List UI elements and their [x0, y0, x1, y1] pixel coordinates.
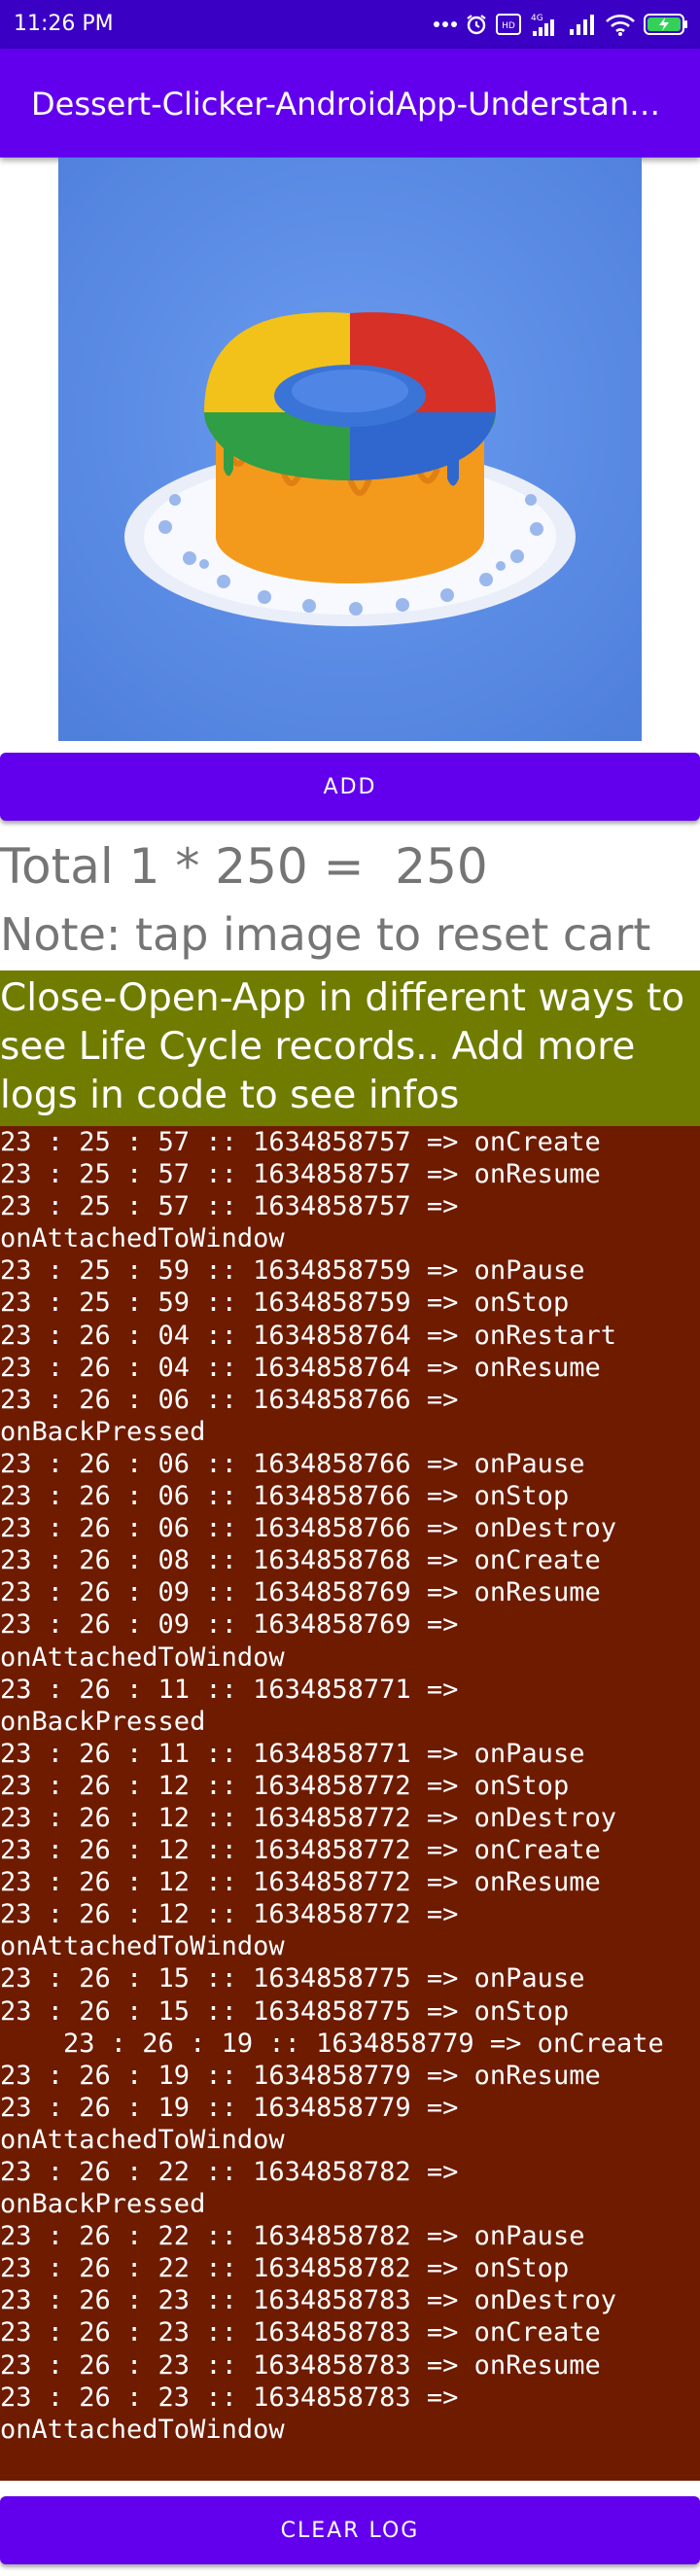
log-line: 23 : 25 : 59 :: 1634858759 => onStop — [0, 1288, 570, 1319]
signal-icon — [568, 12, 597, 37]
wifi-icon — [605, 12, 636, 37]
info-line: see Life Cycle records.. Add more — [0, 1025, 636, 1069]
info-panel: Close-Open-App in different ways to see … — [0, 970, 700, 1126]
log-line: 23 : 26 : 15 :: 1634858775 => onPause — [0, 1963, 585, 1994]
info-line: Close-Open-App in different ways to — [0, 976, 685, 1020]
cupcake-dessert-image[interactable] — [58, 158, 642, 741]
note-text: Note: tap image to reset cart — [0, 908, 651, 961]
log-line: 23 : 26 : 06 :: 1634858766 => onDestroy — [0, 1513, 616, 1544]
total-text: Total 1 * 250 = 250 — [0, 838, 488, 895]
log-line: 23 : 26 : 12 :: 1634858772 => onCreate — [0, 1835, 601, 1866]
log-line: 23 : 26 : 23 :: 1634858783 => — [0, 2382, 459, 2413]
log-line: onBackPressed — [0, 1416, 206, 1447]
more-icon — [434, 12, 457, 37]
log-line: 23 : 26 : 11 :: 1634858771 => onPause — [0, 1738, 585, 1769]
log-line: 23 : 26 : 11 :: 1634858771 => — [0, 1674, 459, 1705]
log-line: 23 : 26 : 04 :: 1634858764 => onResume — [0, 1352, 601, 1383]
log-line: 23 : 25 : 57 :: 1634858757 => — [0, 1191, 459, 1222]
log-line: 23 : 26 : 08 :: 1634858768 => onCreate — [0, 1545, 601, 1576]
log-line: 23 : 26 : 23 :: 1634858783 => onResume — [0, 2349, 601, 2381]
log-line: onAttachedToWindow — [0, 2124, 285, 2155]
log-line: onAttachedToWindow — [0, 1641, 285, 1673]
volte-icon: HD — [496, 12, 521, 37]
signal-4g-icon: 4G — [529, 12, 560, 37]
log-line: 23 : 26 : 12 :: 1634858772 => onStop — [0, 1770, 570, 1801]
svg-text:HD: HD — [502, 21, 515, 31]
svg-text:4G: 4G — [531, 14, 543, 23]
alarm-icon — [465, 12, 488, 37]
clear-log-button[interactable]: CLEAR LOG — [0, 2496, 700, 2564]
log-line: 23 : 26 : 22 :: 1634858782 => onStop — [0, 2253, 570, 2284]
log-line: 23 : 26 : 09 :: 1634858769 => — [0, 1609, 459, 1641]
log-line: onBackPressed — [0, 2189, 206, 2220]
log-line: onAttachedToWindow — [0, 1223, 285, 1254]
log-line: 23 : 26 : 22 :: 1634858782 => — [0, 2157, 459, 2187]
log-line: onAttachedToWindow — [0, 1931, 285, 1962]
log-line: onAttachedToWindow — [0, 2414, 285, 2445]
status-bar: 11:26 PM HD 4G — [0, 0, 700, 49]
status-icons: HD 4G — [434, 10, 688, 39]
battery-charging-icon — [644, 12, 688, 37]
log-line: 23 : 26 : 12 :: 1634858772 => onDestroy — [0, 1802, 616, 1833]
log-line: 23 : 26 : 12 :: 1634858772 => onResume — [0, 1867, 601, 1898]
log-line: 23 : 26 : 19 :: 1634858779 => — [0, 2092, 459, 2123]
add-button[interactable]: ADD — [0, 753, 700, 821]
status-time: 11:26 PM — [14, 12, 114, 36]
app-title: Dessert-Clicker-AndroidApp-Understand... — [31, 86, 673, 123]
frosting-ring — [204, 312, 496, 486]
log-line: 23 : 25 : 59 :: 1634858759 => onPause — [0, 1255, 585, 1287]
log-line: 23 : 25 : 57 :: 1634858757 => onCreate — [0, 1127, 601, 1157]
log-line: 23 : 26 : 19 :: 1634858779 => onCreate — [0, 2028, 664, 2059]
log-line: 23 : 25 : 57 :: 1634858757 => onResume — [0, 1159, 601, 1190]
log-line: 23 : 26 : 06 :: 1634858766 => — [0, 1384, 459, 1415]
log-line: 23 : 26 : 19 :: 1634858779 => onResume — [0, 2060, 601, 2091]
log-line: 23 : 26 : 22 :: 1634858782 => onPause — [0, 2221, 585, 2252]
log-line: 23 : 26 : 09 :: 1634858769 => onResume — [0, 1577, 601, 1608]
log-line: 23 : 26 : 15 :: 1634858775 => onStop — [0, 1995, 570, 2027]
log-line: 23 : 26 : 06 :: 1634858766 => onStop — [0, 1481, 570, 1512]
log-panel[interactable]: 23 : 25 : 57 :: 1634858757 => onCreate 23… — [0, 1126, 700, 2481]
info-line: logs in code to see infos — [0, 1074, 460, 1117]
app-bar: Dessert-Clicker-AndroidApp-Understand... — [0, 49, 700, 158]
log-line: 23 : 26 : 23 :: 1634858783 => onCreate — [0, 2317, 601, 2348]
log-line: 23 : 26 : 23 :: 1634858783 => onDestroy — [0, 2285, 616, 2316]
log-line: onBackPressed — [0, 1706, 206, 1737]
log-line: 23 : 26 : 12 :: 1634858772 => — [0, 1899, 459, 1930]
log-line: 23 : 26 : 06 :: 1634858766 => onPause — [0, 1448, 585, 1479]
log-line: 23 : 26 : 04 :: 1634858764 => onRestart — [0, 1320, 616, 1351]
